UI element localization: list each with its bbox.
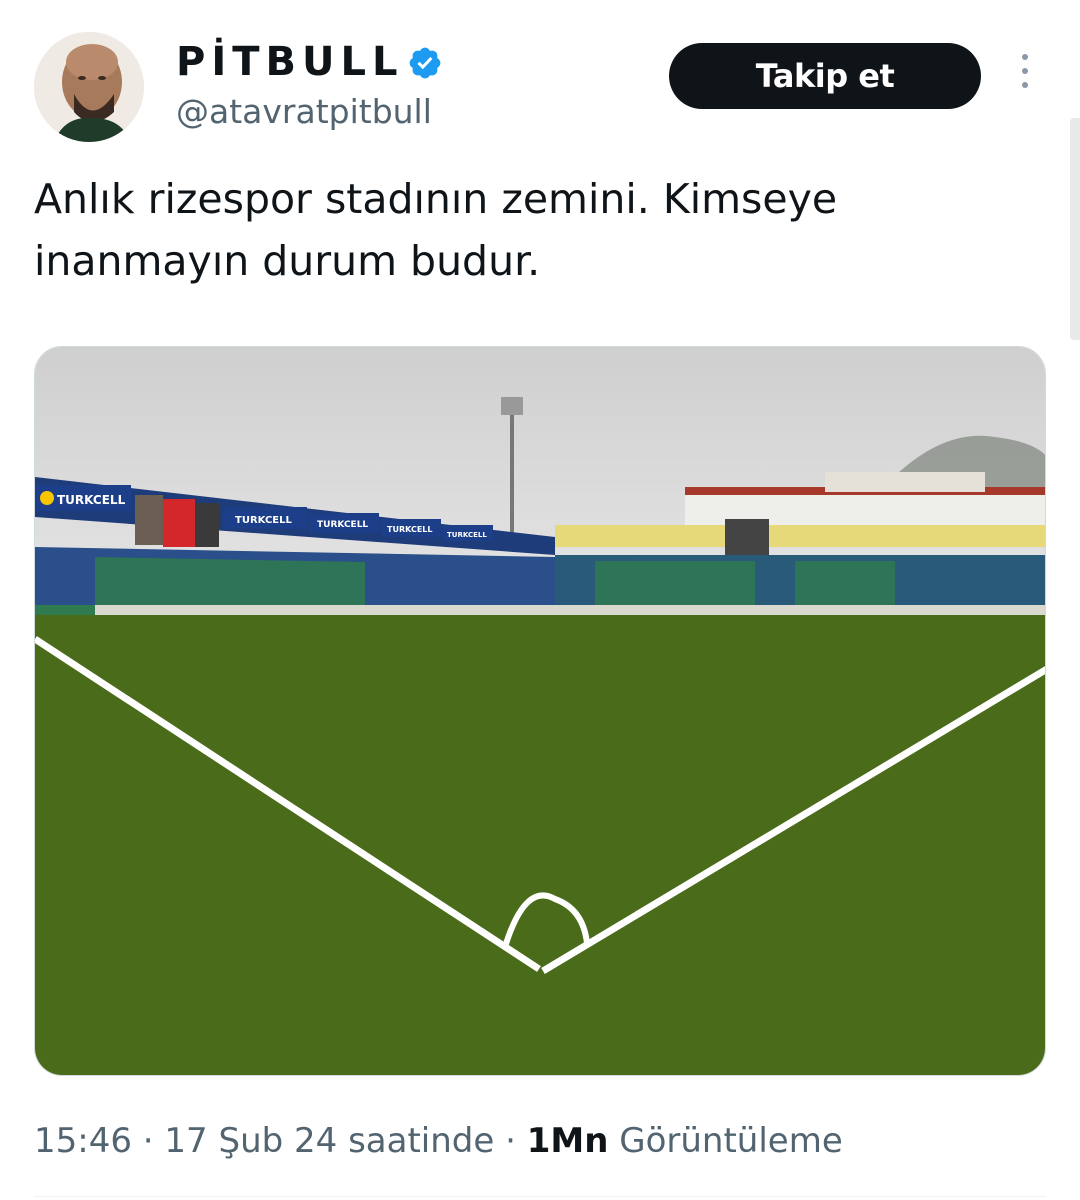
banner-label-3: TURKCELL <box>317 520 368 530</box>
author-avatar[interactable] <box>34 32 144 142</box>
tweet-media-image[interactable]: TURKCELL TURKCELL TURKCELL TURKCELL TURK… <box>34 346 1046 1076</box>
tweet-meta: 15:46 · 17 Şub 24 saatinde · 1Mn Görüntü… <box>34 1118 843 1164</box>
views-label: Görüntüleme <box>619 1121 843 1161</box>
banner-label-1: TURKCELL <box>57 493 126 507</box>
meta-separator: · <box>142 1121 154 1161</box>
author-name-row: PİTBULL <box>176 38 443 86</box>
tweet-header: PİTBULL @atavratpitbull Takip et <box>0 0 1080 150</box>
banner-label-5: TURKCELL <box>447 531 487 539</box>
tweet-time[interactable]: 15:46 <box>34 1121 132 1161</box>
verified-badge-icon <box>410 47 441 79</box>
more-vertical-icon[interactable] <box>1010 54 1040 98</box>
turkcell-banner: TURKCELL <box>35 485 131 511</box>
banner-label-4: TURKCELL <box>387 525 432 534</box>
follow-button[interactable]: Takip et <box>669 43 981 109</box>
views-count: 1Mn <box>526 1121 609 1161</box>
author-display-name[interactable]: PİTBULL <box>176 38 403 86</box>
meta-separator-2: · <box>505 1121 516 1161</box>
tweet-date[interactable]: 17 Şub 24 saatinde <box>164 1121 494 1161</box>
scrollbar[interactable] <box>1070 118 1080 340</box>
avatar-image <box>34 32 144 142</box>
stadium-photo: TURKCELL TURKCELL TURKCELL TURKCELL TURK… <box>35 347 1045 1075</box>
divider <box>34 1196 1046 1197</box>
banner-label-2: TURKCELL <box>235 515 292 526</box>
tweet-text: Anlık rizespor stadının zemini. Kimseye … <box>34 175 838 285</box>
author-handle[interactable]: @atavratpitbull <box>176 90 432 134</box>
